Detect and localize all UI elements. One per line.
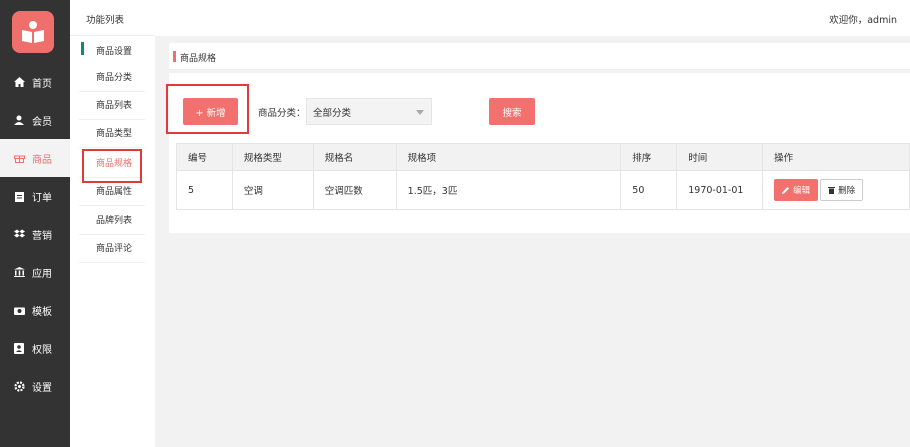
delete-label: 删除 <box>838 186 856 196</box>
nav-item-member[interactable]: 会员 <box>0 101 70 139</box>
id-card-icon <box>12 342 26 354</box>
pencil-icon <box>782 187 790 194</box>
nav-label: 应用 <box>32 268 52 280</box>
panel-header: 商品规格 <box>169 43 910 70</box>
sub-item-category[interactable]: 商品分类 <box>79 64 145 92</box>
nav-item-template[interactable]: 模板 <box>0 291 70 329</box>
top-bar: 欢迎你，admin <box>155 0 910 36</box>
welcome-text[interactable]: 欢迎你，admin <box>829 12 897 26</box>
cell-time: 1970-01-01 <box>676 170 764 210</box>
column-header: 排序 <box>620 143 678 171</box>
gear-icon <box>12 380 26 392</box>
table-header-row: 编号 规格类型 规格名 规格项 排序 时间 操作 <box>176 143 910 171</box>
camera-icon <box>12 306 26 315</box>
sub-navigation-title: 功能列表 <box>86 15 125 26</box>
column-header: 时间 <box>676 143 764 171</box>
cell-type: 空调 <box>231 170 314 210</box>
nav-item-marketing[interactable]: 营销 <box>0 215 70 253</box>
book-logo-icon <box>22 21 44 43</box>
spec-table: 编号 规格类型 规格名 规格项 排序 时间 操作 5 空调 空调匹数 1.5匹，… <box>176 143 910 210</box>
nav-label: 设置 <box>32 382 52 394</box>
edit-button[interactable]: 编辑 <box>774 179 819 201</box>
nav-label: 模板 <box>32 306 52 318</box>
nav-item-settings[interactable]: 设置 <box>0 367 70 405</box>
column-header: 规格类型 <box>231 143 314 171</box>
highlight-box-subnav <box>82 149 142 183</box>
category-select-value: 全部分类 <box>313 107 352 119</box>
category-filter-label: 商品分类： <box>258 108 306 119</box>
home-icon <box>12 77 26 87</box>
bank-icon <box>12 267 26 277</box>
sub-group-title: 商品设置 <box>79 42 132 57</box>
nav-item-permission[interactable]: 权限 <box>0 329 70 367</box>
nav-item-apps[interactable]: 应用 <box>0 253 70 291</box>
page-title: 商品规格 <box>180 54 217 64</box>
sub-item-product-list[interactable]: 商品列表 <box>79 92 145 120</box>
nav-item-order[interactable]: 订单 <box>0 177 70 215</box>
nav-label: 营销 <box>32 230 52 242</box>
chevron-down-icon <box>416 110 424 115</box>
column-header: 操作 <box>762 143 910 171</box>
nav-label: 权限 <box>32 344 52 356</box>
table-row: 5 空调 空调匹数 1.5匹，3匹 50 1970-01-01 编辑 删除 <box>176 170 910 210</box>
trash-icon <box>828 187 836 194</box>
category-select[interactable]: 全部分类 <box>306 98 432 125</box>
sidebar: 首页 会员 商品 订单 营销 应用 模板 权限 设置 <box>0 0 70 447</box>
edit-label: 编辑 <box>793 186 811 196</box>
nav-label: 会员 <box>32 116 52 128</box>
sub-navigation-header: 功能列表 <box>70 0 155 36</box>
highlight-box-add <box>166 84 249 134</box>
cell-items: 1.5匹，3匹 <box>395 170 622 210</box>
nav-label: 商品 <box>32 154 52 166</box>
sub-item-product-type[interactable]: 商品类型 <box>79 120 145 148</box>
column-header: 规格项 <box>395 143 622 171</box>
nav-label: 订单 <box>32 192 52 204</box>
column-header: 编号 <box>176 143 233 171</box>
nav-label: 首页 <box>32 78 52 90</box>
clipboard-icon <box>12 191 26 202</box>
nav-item-home[interactable]: 首页 <box>0 63 70 101</box>
app-logo[interactable] <box>12 11 54 53</box>
dropbox-icon <box>12 229 26 239</box>
gift-icon <box>12 153 26 163</box>
cell-actions: 编辑 删除 <box>762 170 910 210</box>
sub-item-product-review[interactable]: 商品评论 <box>79 235 145 263</box>
sub-item-brand-list[interactable]: 品牌列表 <box>79 207 145 235</box>
cell-id: 5 <box>176 170 233 210</box>
nav-item-product[interactable]: 商品 <box>0 139 70 177</box>
cell-name: 空调匹数 <box>312 170 397 210</box>
user-icon <box>12 115 26 125</box>
cell-sort: 50 <box>620 170 678 210</box>
column-header: 规格名 <box>312 143 397 171</box>
search-button[interactable]: 搜索 <box>489 98 535 125</box>
delete-button[interactable]: 删除 <box>820 179 864 201</box>
